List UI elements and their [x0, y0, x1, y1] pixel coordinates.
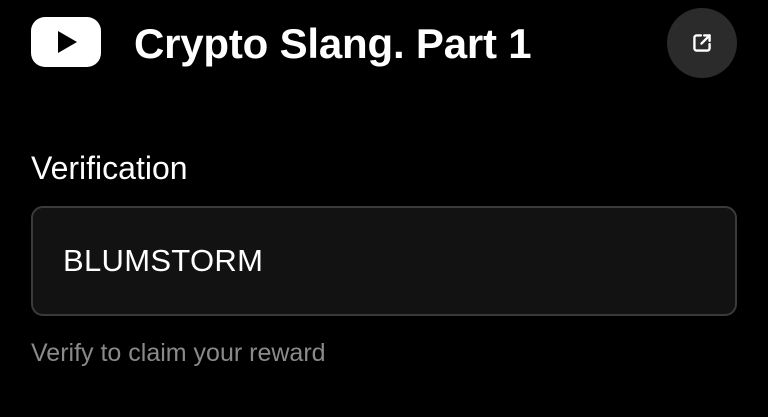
task-header: Crypto Slang. Part 1	[0, 0, 768, 90]
verification-input[interactable]	[63, 208, 703, 314]
open-link-button[interactable]	[667, 8, 737, 78]
verification-field[interactable]	[31, 206, 737, 316]
verification-label: Verification	[31, 150, 188, 186]
external-link-icon	[693, 34, 711, 52]
page-title: Crypto Slang. Part 1	[134, 20, 532, 67]
youtube-play-icon	[31, 17, 101, 67]
helper-text: Verify to claim your reward	[31, 339, 326, 367]
